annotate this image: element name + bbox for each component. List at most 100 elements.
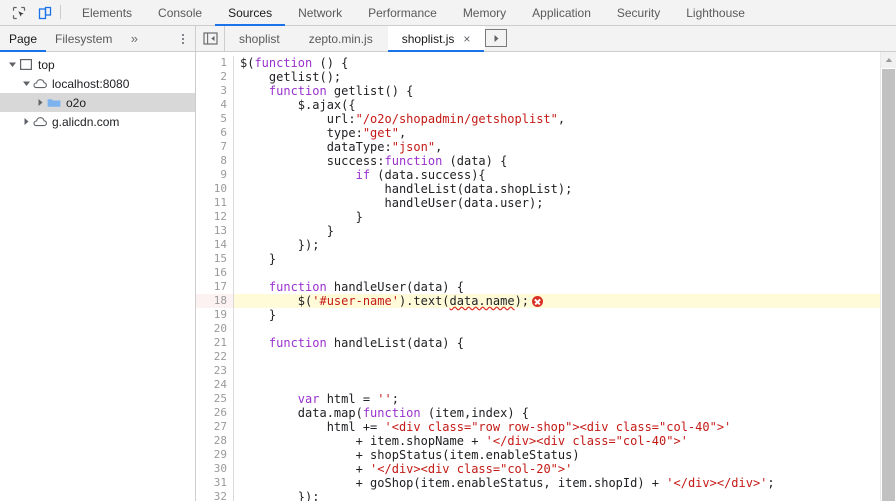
- file-tab-label: shoplist.js: [401, 31, 455, 46]
- scroll-up-arrow-icon[interactable]: [881, 52, 896, 68]
- line-number[interactable]: 6: [196, 126, 234, 140]
- code-text[interactable]: + goShop(item.enableStatus, item.shopId)…: [234, 476, 896, 490]
- chevron-down-icon[interactable]: [6, 60, 18, 69]
- tree-item-g-alicdn-com[interactable]: g.alicdn.com: [0, 112, 195, 131]
- line-number[interactable]: 2: [196, 70, 234, 84]
- code-text[interactable]: handleList(data.shopList);: [234, 182, 896, 196]
- code-text[interactable]: type:"get",: [234, 126, 896, 140]
- editor-vertical-scrollbar[interactable]: [880, 52, 896, 501]
- tab-security[interactable]: Security: [604, 0, 673, 25]
- line-number[interactable]: 11: [196, 196, 234, 210]
- inspect-element-icon[interactable]: [6, 1, 32, 25]
- tree-item-label: localhost:8080: [52, 76, 130, 91]
- device-toolbar-icon[interactable]: [32, 1, 58, 25]
- code-text[interactable]: getlist();: [234, 70, 896, 84]
- tab-memory[interactable]: Memory: [450, 0, 519, 25]
- line-number[interactable]: 16: [196, 266, 234, 280]
- file-tab-zepto-min-js[interactable]: zepto.min.js: [295, 26, 388, 51]
- chevron-right-icon[interactable]: [20, 117, 32, 126]
- chevron-down-icon[interactable]: [20, 79, 32, 88]
- line-number[interactable]: 28: [196, 434, 234, 448]
- line-number[interactable]: 14: [196, 238, 234, 252]
- line-number[interactable]: 31: [196, 476, 234, 490]
- line-number[interactable]: 26: [196, 406, 234, 420]
- line-number[interactable]: 18: [196, 294, 234, 308]
- line-number[interactable]: 19: [196, 308, 234, 322]
- tab-console[interactable]: Console: [145, 0, 215, 25]
- tree-item-localhost[interactable]: localhost:8080: [0, 74, 195, 93]
- code-text[interactable]: }: [234, 210, 896, 224]
- line-number[interactable]: 27: [196, 420, 234, 434]
- tree-item-o2o[interactable]: o2o: [0, 93, 195, 112]
- code-text[interactable]: $.ajax({: [234, 98, 896, 112]
- code-text[interactable]: dataType:"json",: [234, 140, 896, 154]
- show-navigator-icon[interactable]: [196, 26, 225, 51]
- code-text[interactable]: }: [234, 252, 896, 266]
- line-number[interactable]: 24: [196, 378, 234, 392]
- code-text[interactable]: });: [234, 490, 896, 501]
- line-number[interactable]: 4: [196, 98, 234, 112]
- code-text[interactable]: + item.shopName + '</div><div class="col…: [234, 434, 896, 448]
- file-tab-shoplist-js[interactable]: shoplist.js ×: [387, 26, 486, 52]
- line-number[interactable]: 25: [196, 392, 234, 406]
- close-icon[interactable]: ×: [463, 33, 470, 45]
- line-number[interactable]: 15: [196, 252, 234, 266]
- line-number[interactable]: 7: [196, 140, 234, 154]
- code-text[interactable]: $('#user-name').text(data.name);: [234, 294, 896, 308]
- tab-application[interactable]: Application: [519, 0, 604, 25]
- navigator-tab-page[interactable]: Page: [0, 26, 47, 52]
- file-tab-shoplist[interactable]: shoplist: [225, 26, 295, 51]
- line-number[interactable]: 9: [196, 168, 234, 182]
- code-token: function: [268, 280, 327, 294]
- code-text[interactable]: function handleUser(data) {: [234, 280, 896, 294]
- more-options-icon[interactable]: [171, 26, 195, 51]
- tab-sources[interactable]: Sources: [215, 0, 286, 26]
- line-number[interactable]: 32: [196, 490, 234, 501]
- tab-network[interactable]: Network: [285, 0, 355, 25]
- code-text[interactable]: $(function () {: [234, 56, 896, 70]
- tree-item-top[interactable]: top: [0, 55, 195, 74]
- code-text[interactable]: + shopStatus(item.enableStatus): [234, 448, 896, 462]
- line-number[interactable]: 8: [196, 154, 234, 168]
- line-number[interactable]: 17: [196, 280, 234, 294]
- code-text[interactable]: if (data.success){: [234, 168, 896, 182]
- line-number[interactable]: 23: [196, 364, 234, 378]
- code-token: ;: [391, 392, 399, 406]
- code-text[interactable]: handleUser(data.user);: [234, 196, 896, 210]
- line-number[interactable]: 21: [196, 336, 234, 350]
- code-text[interactable]: html += '<div class="row row-shop"><div …: [234, 420, 896, 434]
- tab-lighthouse[interactable]: Lighthouse: [673, 0, 758, 25]
- navigator-more-tabs-icon[interactable]: »: [121, 26, 147, 51]
- line-number[interactable]: 29: [196, 448, 234, 462]
- line-number[interactable]: 13: [196, 224, 234, 238]
- scrollbar-thumb[interactable]: [882, 69, 895, 501]
- code-token: '': [377, 392, 392, 406]
- line-number[interactable]: 22: [196, 350, 234, 364]
- line-number[interactable]: 12: [196, 210, 234, 224]
- code-text[interactable]: data.map(function (item,index) {: [234, 406, 896, 420]
- code-text[interactable]: + '</div><div class="col-20">': [234, 462, 896, 476]
- line-number[interactable]: 1: [196, 56, 234, 70]
- line-number[interactable]: 10: [196, 182, 234, 196]
- code-text[interactable]: }: [234, 224, 896, 238]
- code-text[interactable]: url:"/o2o/shopadmin/getshoplist",: [234, 112, 896, 126]
- code-text[interactable]: function getlist() {: [234, 84, 896, 98]
- error-circle-icon[interactable]: [532, 296, 544, 307]
- tab-performance[interactable]: Performance: [355, 0, 450, 25]
- code-text[interactable]: success:function (data) {: [234, 154, 896, 168]
- line-number[interactable]: 30: [196, 462, 234, 476]
- chevron-right-icon[interactable]: [34, 98, 46, 107]
- line-number[interactable]: 3: [196, 84, 234, 98]
- tabs-overflow-right-icon[interactable]: [485, 29, 508, 47]
- navigator-tab-filesystem[interactable]: Filesystem: [46, 26, 121, 51]
- code-token: function: [254, 56, 313, 70]
- line-number[interactable]: 5: [196, 112, 234, 126]
- source-code-editor[interactable]: 1 $(function () {2 getlist(); 3 function g…: [196, 52, 896, 501]
- code-text[interactable]: });: [234, 238, 896, 252]
- code-text[interactable]: }: [234, 308, 896, 322]
- line-number[interactable]: 20: [196, 322, 234, 336]
- tab-elements[interactable]: Elements: [69, 0, 145, 25]
- code-text[interactable]: function handleList(data) {: [234, 336, 896, 350]
- code-text[interactable]: var html = '';: [234, 392, 896, 406]
